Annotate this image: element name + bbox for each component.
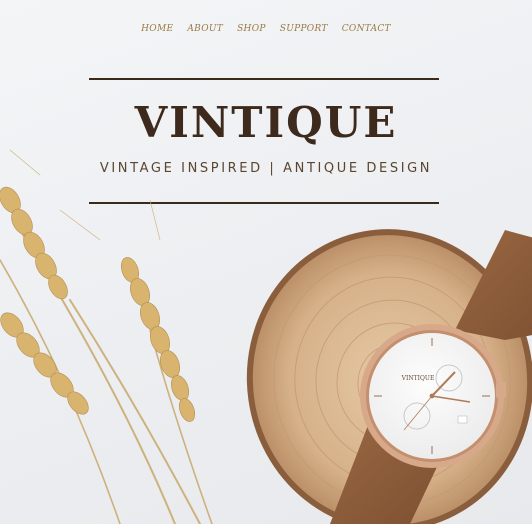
nav-about-link[interactable]: ABOUT bbox=[187, 24, 223, 34]
brand-tagline: VINTAGE INSPIRED | ANTIQUE DESIGN bbox=[99, 161, 433, 176]
wheat-stalks bbox=[0, 149, 213, 524]
wheat-heads bbox=[0, 186, 196, 422]
nav-contact-link[interactable]: CONTACT bbox=[342, 24, 391, 34]
brand-title: VINTIQUE bbox=[134, 98, 398, 147]
watch-case bbox=[360, 324, 506, 468]
top-navigation: HOME ABOUT SHOP SUPPORT CONTACT bbox=[0, 24, 532, 34]
nav-shop-link[interactable]: SHOP bbox=[237, 24, 266, 34]
wood-slice bbox=[246, 229, 532, 524]
top-divider bbox=[89, 78, 439, 80]
nav-support-link[interactable]: SUPPORT bbox=[280, 24, 328, 34]
watch-strap bbox=[330, 230, 532, 524]
watch-dial-brand: VINTIQUE bbox=[401, 375, 435, 382]
bottom-divider bbox=[89, 202, 439, 204]
nav-home-link[interactable]: HOME bbox=[141, 24, 173, 34]
watch-dial bbox=[374, 338, 490, 454]
